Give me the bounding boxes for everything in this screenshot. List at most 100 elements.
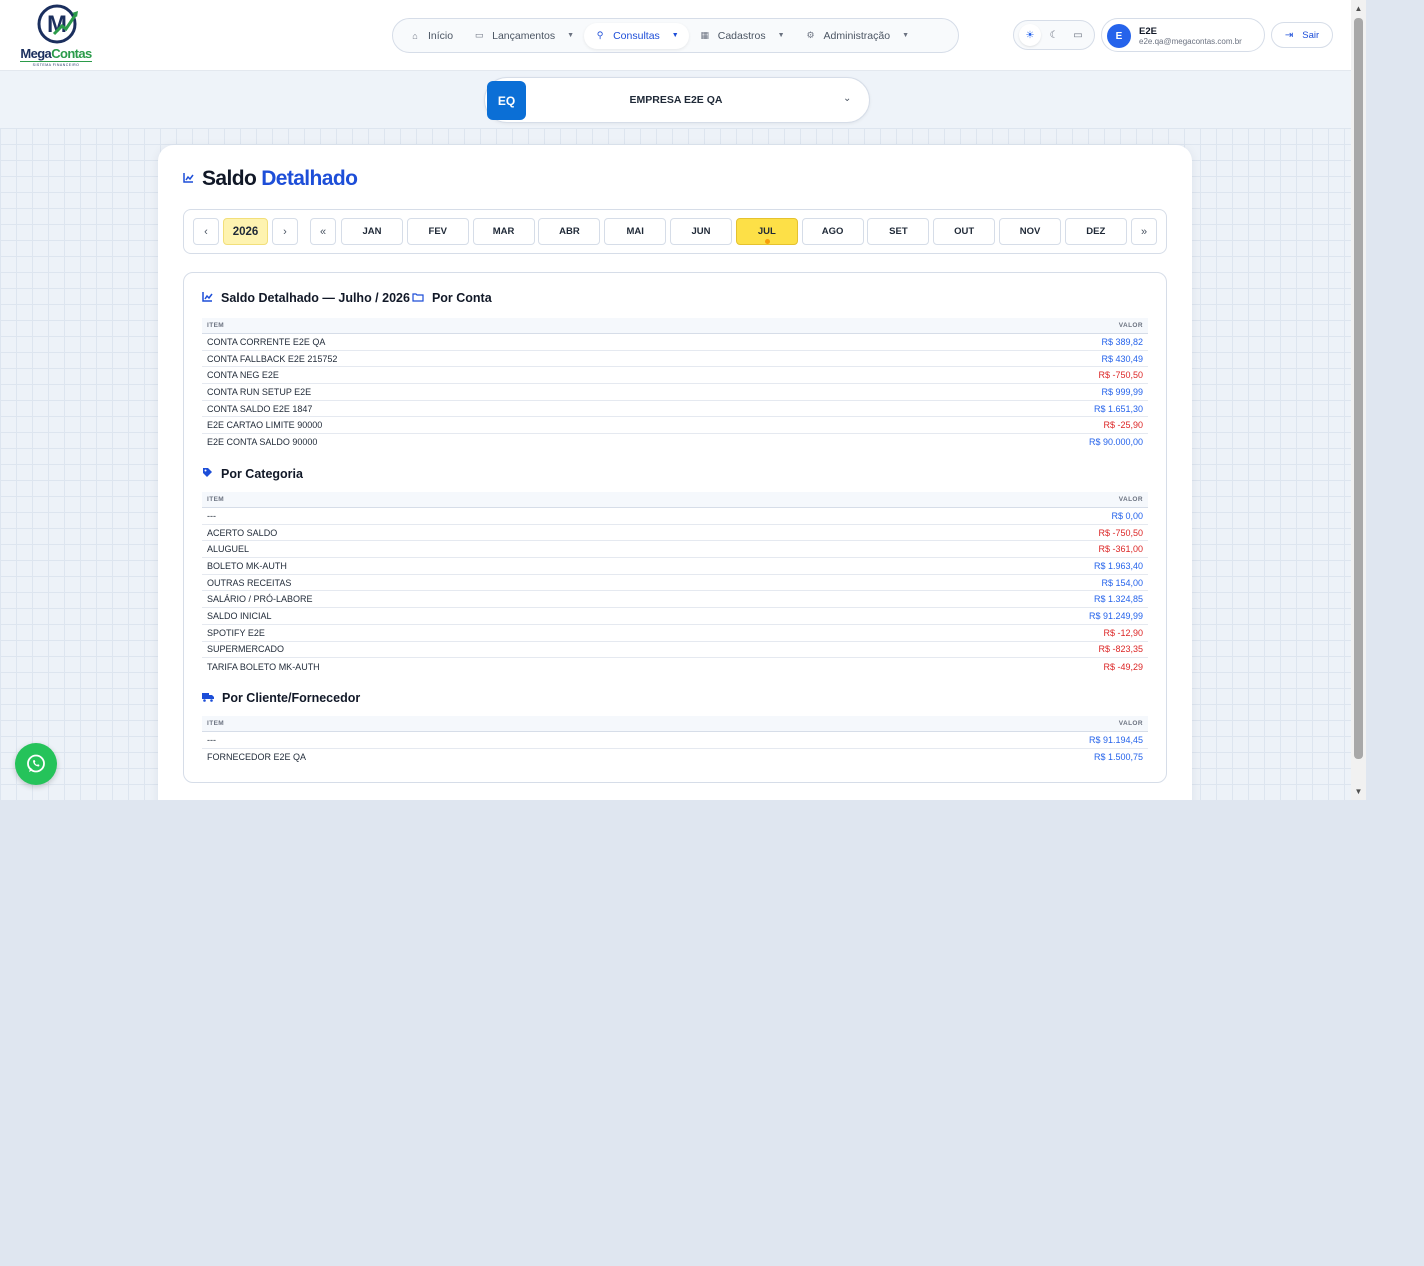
table-header: ITEM VALOR bbox=[202, 492, 1148, 508]
scroll-thumb[interactable] bbox=[1354, 18, 1363, 759]
row-value: R$ -750,50 bbox=[1098, 527, 1143, 538]
search-icon: ⚲ bbox=[596, 30, 604, 40]
table-row: CONTA NEG E2E R$ -750,50 bbox=[202, 367, 1148, 385]
chart-icon bbox=[202, 291, 213, 305]
row-value: R$ -49,29 bbox=[1103, 661, 1143, 672]
app-viewport: M MegaContas SISTEMA FINANCEIRO ⌂ Início… bbox=[0, 0, 1366, 800]
scroll-down-arrow-icon[interactable]: ▼ bbox=[1354, 787, 1363, 796]
nav-label-administracao: Administração bbox=[823, 29, 891, 42]
table-row: CONTA RUN SETUP E2E R$ 999,99 bbox=[202, 384, 1148, 401]
logout-icon: ⇥ bbox=[1284, 29, 1294, 41]
row-item: CONTA CORRENTE E2E QA bbox=[207, 336, 326, 347]
row-value: R$ 389,82 bbox=[1101, 336, 1143, 347]
month-button-set[interactable]: SET bbox=[867, 218, 930, 245]
double-chevron-left-icon: « bbox=[319, 225, 327, 238]
home-icon: ⌂ bbox=[412, 30, 418, 41]
section-header-por-categoria: Por Categoria bbox=[202, 467, 303, 481]
monitor-icon[interactable]: ▭ bbox=[1067, 24, 1089, 46]
month-button-nov[interactable]: NOV bbox=[999, 218, 1061, 245]
row-item: SUPERMERCADO bbox=[207, 644, 285, 655]
month-button-fev[interactable]: FEV bbox=[406, 218, 469, 245]
month-button-out[interactable]: OUT bbox=[933, 218, 996, 245]
table-row: --- R$ 0,00 bbox=[202, 508, 1148, 525]
page-title: Saldo Detalhado bbox=[183, 167, 358, 191]
next-year-button[interactable]: › bbox=[272, 218, 298, 245]
table-row: CONTA CORRENTE E2E QA R$ 389,82 bbox=[202, 334, 1148, 351]
nav-item-administracao[interactable]: ⚙ Administração ▼ bbox=[795, 23, 919, 49]
caret-down-icon: ▼ bbox=[671, 32, 679, 39]
row-item: --- bbox=[207, 510, 216, 521]
chevron-down-icon: ⌄ bbox=[843, 93, 852, 104]
table-por-categoria: ITEM VALOR --- R$ 0,00 ACERTO SALDO R$ -750,… bbox=[202, 492, 1148, 675]
row-value: R$ -25,90 bbox=[1103, 420, 1143, 431]
row-value: R$ 430,49 bbox=[1101, 353, 1143, 364]
nav-label-lancamentos: Lançamentos bbox=[492, 29, 556, 42]
section-title-por-cliente: Por Cliente/Fornecedor bbox=[222, 691, 361, 705]
table-row: OUTRAS RECEITAS R$ 154,00 bbox=[202, 575, 1148, 592]
caret-down-icon: ▼ bbox=[902, 32, 909, 39]
month-button-jun[interactable]: JUN bbox=[670, 218, 732, 245]
row-item: CONTA FALLBACK E2E 215752 bbox=[207, 353, 338, 364]
row-item: --- bbox=[207, 734, 216, 745]
month-button-jan[interactable]: JAN bbox=[341, 218, 403, 245]
row-item: BOLETO MK-AUTH bbox=[207, 560, 287, 571]
next-month-button[interactable]: » bbox=[1131, 218, 1157, 245]
row-item: SALÁRIO / PRÓ-LABORE bbox=[207, 594, 313, 605]
table-row: --- R$ 91.194,45 bbox=[202, 732, 1148, 749]
user-name: E2E bbox=[1139, 26, 1157, 37]
row-value: R$ 1.324,85 bbox=[1093, 594, 1143, 605]
month-button-dez[interactable]: DEZ bbox=[1064, 218, 1127, 245]
nav-item-consultas[interactable]: ⚲ Consultas ▼ bbox=[584, 22, 689, 49]
company-badge: EQ bbox=[487, 81, 526, 120]
row-value: R$ 0,00 bbox=[1111, 510, 1143, 521]
main-card: Saldo Detalhado ‹ 2026 › « JAN FEV MAR ABR M… bbox=[158, 145, 1192, 800]
logo[interactable]: M MegaContas SISTEMA FINANCEIRO bbox=[16, 4, 96, 68]
row-item: ACERTO SALDO bbox=[207, 527, 278, 538]
scroll-up-arrow-icon[interactable]: ▲ bbox=[1354, 4, 1363, 13]
report-panel: Saldo Detalhado — Julho / 2026 Por Conta… bbox=[183, 272, 1167, 783]
avatar: E bbox=[1107, 24, 1131, 48]
row-item: SPOTIFY E2E bbox=[207, 627, 265, 638]
company-selector[interactable]: EQ EMPRESA E2E QA ⌄ bbox=[484, 77, 870, 123]
top-navbar: M MegaContas SISTEMA FINANCEIRO ⌂ Início… bbox=[0, 0, 1351, 71]
section-header-por-cliente: Por Cliente/Fornecedor bbox=[202, 691, 360, 705]
prev-year-button[interactable]: ‹ bbox=[193, 218, 219, 245]
truck-icon bbox=[202, 692, 214, 705]
moon-icon[interactable]: ☾ bbox=[1043, 24, 1065, 46]
table-row: ACERTO SALDO R$ -750,50 bbox=[202, 525, 1148, 542]
row-item: CONTA SALDO E2E 1847 bbox=[207, 403, 313, 414]
user-chip[interactable]: E E2E e2e.qa@megacontas.com.br bbox=[1101, 18, 1265, 52]
month-button-abr[interactable]: ABR bbox=[538, 218, 601, 245]
chevron-right-icon: › bbox=[283, 225, 287, 238]
row-item: E2E CONTA SALDO 90000 bbox=[207, 437, 318, 448]
logout-button[interactable]: ⇥ Sair bbox=[1271, 22, 1333, 48]
caret-down-icon: ▼ bbox=[777, 32, 785, 39]
sun-icon[interactable]: ☀ bbox=[1019, 24, 1041, 46]
tag-icon bbox=[202, 467, 213, 481]
nav-item-cadastros[interactable]: ▦ Cadastros ▼ bbox=[689, 23, 795, 49]
table-header: ITEM VALOR bbox=[202, 318, 1148, 334]
vertical-scrollbar[interactable]: ▲ ▼ bbox=[1351, 0, 1366, 800]
month-button-mar[interactable]: MAR bbox=[472, 218, 535, 245]
row-value: R$ 154,00 bbox=[1101, 577, 1143, 588]
nav-item-inicio[interactable]: ⌂ Início bbox=[399, 23, 463, 49]
table-row: BOLETO MK-AUTH R$ 1.963,40 bbox=[202, 558, 1148, 575]
folder-icon bbox=[412, 292, 424, 305]
logo-tagline: SISTEMA FINANCEIRO bbox=[20, 61, 92, 67]
section-title-por-categoria: Por Categoria bbox=[221, 467, 303, 481]
table-row: ALUGUEL R$ -361,00 bbox=[202, 541, 1148, 559]
month-button-ago[interactable]: AGO bbox=[801, 218, 864, 245]
page-title-part1: Saldo bbox=[202, 167, 257, 190]
month-button-mai[interactable]: MAI bbox=[604, 218, 667, 245]
whatsapp-button[interactable] bbox=[15, 743, 57, 785]
row-value: R$ 91.194,45 bbox=[1088, 734, 1143, 745]
row-value: R$ -361,00 bbox=[1098, 544, 1143, 555]
prev-month-button[interactable]: « bbox=[310, 218, 336, 245]
row-value: R$ -750,50 bbox=[1098, 370, 1143, 381]
main-nav: ⌂ Início ▭ Lançamentos ▼ ⚲ Consultas ▼ ▦… bbox=[392, 18, 959, 53]
month-button-jul[interactable]: JUL bbox=[735, 218, 798, 245]
nav-item-lancamentos[interactable]: ▭ Lançamentos ▼ bbox=[463, 23, 584, 49]
table-row: TARIFA BOLETO MK-AUTH R$ -49,29 bbox=[202, 658, 1148, 675]
nav-label-inicio: Início bbox=[428, 29, 454, 42]
logout-label: Sair bbox=[1302, 29, 1320, 41]
